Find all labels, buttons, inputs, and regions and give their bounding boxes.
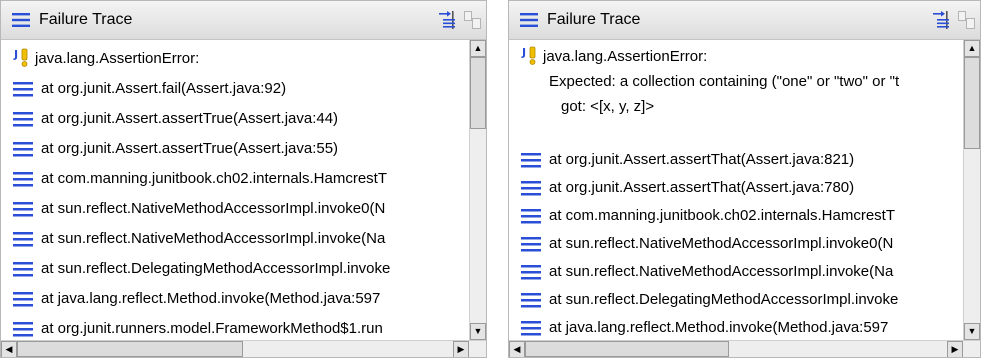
horizontal-scrollbar[interactable]: ◀ ▶: [1, 340, 486, 357]
stack-frame-icon: [521, 209, 541, 224]
failure-trace-panel-right: Failure Trace J java.lang.AssertionError…: [508, 0, 981, 358]
vertical-scrollbar[interactable]: ▲ ▼: [469, 40, 486, 340]
trace-content[interactable]: J java.lang.AssertionError: at org.junit…: [1, 40, 469, 340]
scroll-down-button[interactable]: ▼: [470, 323, 486, 340]
scroll-thumb[interactable]: [470, 57, 486, 129]
stack-frame-icon: [521, 181, 541, 196]
stack-frame-icon: [521, 153, 541, 168]
scroll-thumb[interactable]: [17, 341, 243, 357]
stack-frame-icon: [521, 321, 541, 336]
stack-frame-icon: [13, 202, 33, 217]
horizontal-scrollbar[interactable]: ◀ ▶: [509, 340, 980, 357]
scroll-up-button[interactable]: ▲: [964, 40, 980, 57]
stack-frame-icon: [521, 237, 541, 252]
panel-title: Failure Trace: [547, 11, 641, 28]
scroll-right-button[interactable]: ▶: [453, 341, 469, 357]
stack-frame-icon: [13, 262, 33, 277]
list-lines-icon: [12, 13, 30, 27]
vertical-scrollbar[interactable]: ▲ ▼: [963, 40, 980, 340]
scroll-left-button[interactable]: ◀: [509, 341, 525, 357]
stack-frame-icon: [13, 322, 33, 337]
scroll-down-button[interactable]: ▼: [964, 323, 980, 340]
stack-frame-icon: [521, 265, 541, 280]
filter-stack-trace-icon[interactable]: [438, 10, 458, 30]
compare-results-icon[interactable]: [463, 10, 483, 30]
stack-frame-icon: [13, 82, 33, 97]
stack-frame-icon: [521, 293, 541, 308]
stack-frame-icon: [13, 292, 33, 307]
scroll-thumb[interactable]: [964, 57, 980, 149]
list-lines-icon: [520, 13, 538, 27]
stack-frame-icon: [13, 232, 33, 247]
panel-title-bar: Failure Trace: [1, 1, 486, 40]
stack-frame-icon: [13, 172, 33, 187]
filter-stack-trace-icon[interactable]: [932, 10, 952, 30]
panel-title: Failure Trace: [39, 11, 133, 28]
scroll-right-button[interactable]: ▶: [947, 341, 963, 357]
scroll-up-button[interactable]: ▲: [470, 40, 486, 57]
failure-trace-panel-left: Failure Trace J java.lang.AssertionError…: [0, 0, 487, 358]
compare-results-icon[interactable]: [957, 10, 977, 30]
svg-text:J: J: [521, 46, 526, 59]
svg-text:J: J: [13, 48, 18, 61]
scroll-left-button[interactable]: ◀: [1, 341, 17, 357]
panel-title-bar: Failure Trace: [509, 1, 980, 40]
stack-frame-icon: [13, 112, 33, 127]
junit-failure-icon: J: [13, 48, 28, 67]
scroll-thumb[interactable]: [525, 341, 729, 357]
trace-content[interactable]: J java.lang.AssertionError: Expected: a …: [509, 40, 963, 340]
stack-frame-icon: [13, 142, 33, 157]
junit-failure-icon: J: [521, 46, 536, 65]
